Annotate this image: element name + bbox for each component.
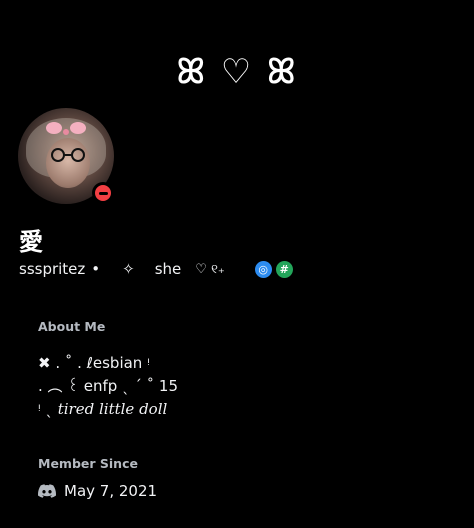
about-me-heading: About Me — [38, 319, 106, 334]
discord-logo-icon — [38, 484, 56, 498]
status-indicator-dnd — [92, 182, 114, 204]
username-row: ssspritez • ✧ she ♡ ୧₊ ◎ # — [19, 258, 293, 280]
member-since-heading: Member Since — [38, 456, 138, 471]
avatar[interactable] — [18, 108, 114, 204]
username[interactable]: ssspritez — [19, 260, 85, 278]
member-since-date: May 7, 2021 — [64, 482, 158, 500]
pronouns: she — [154, 260, 182, 278]
sparkle-icon: ✧ — [122, 260, 135, 278]
bunny-ears-filter-icon — [46, 122, 86, 135]
about-line-3-prefix: ᵎ ˎ — [38, 400, 53, 418]
glasses-icon — [51, 148, 85, 162]
nitro-badge-icon[interactable]: ◎ — [254, 260, 272, 278]
about-line-2: . ︵ ꒰ enfp ˎ ˊ ˚ 15 — [38, 377, 178, 395]
about-line-3: ᵎ ˎ tired little doll — [38, 398, 178, 421]
hashtag-badge-icon[interactable]: # — [275, 260, 293, 278]
pronoun-decoration: ♡ ୧₊ — [195, 261, 225, 277]
member-since-row: May 7, 2021 — [38, 482, 157, 500]
about-me-text: ✖ . ˚ . ℓesbian ᵎ . ︵ ꒰ enfp ˎ ˊ ˚ 15 ᵎ … — [38, 352, 178, 421]
display-name: 愛 — [19, 228, 43, 256]
about-line-3-text: tired little doll — [57, 400, 168, 418]
about-line-1: ✖ . ˚ . ℓesbian ᵎ — [38, 354, 150, 372]
banner-decoration: ꕤ ♡ ꕤ — [176, 52, 298, 92]
separator: • — [91, 260, 101, 278]
